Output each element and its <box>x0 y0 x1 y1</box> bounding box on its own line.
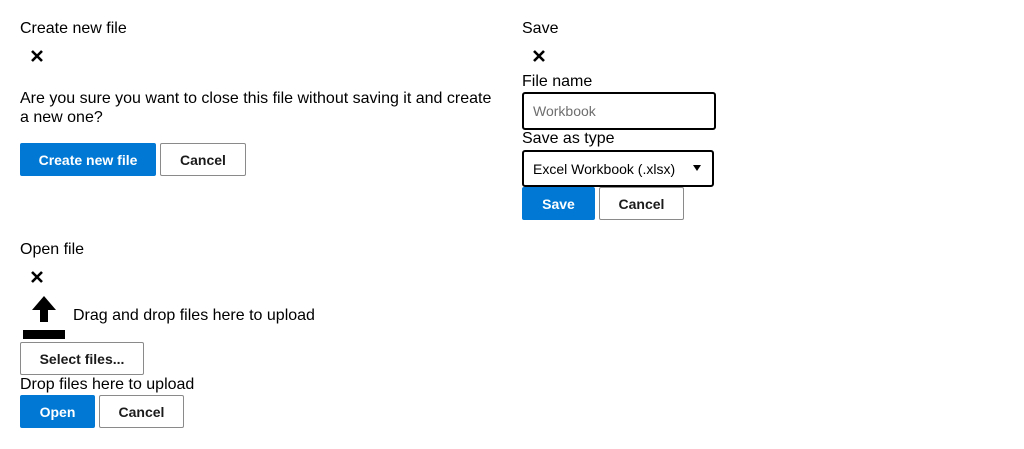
close-icon[interactable] <box>26 45 48 67</box>
create-new-file-button[interactable]: Create new file <box>20 143 156 176</box>
drag-and-drop-text: Drag and drop files here to upload <box>73 307 315 324</box>
save-dialog-title: Save <box>522 20 559 37</box>
cancel-button[interactable]: Cancel <box>599 187 684 220</box>
save-as-type-label: Save as type <box>522 130 615 147</box>
create-dialog-title: Create new file <box>20 20 127 37</box>
chevron-down-icon <box>693 165 701 171</box>
save-as-type-select[interactable]: Excel Workbook (.xlsx) <box>522 150 714 187</box>
select-files-button[interactable]: Select files... <box>20 342 144 375</box>
close-icon[interactable] <box>26 266 48 288</box>
create-dialog-message: Are you sure you want to close this file… <box>20 90 492 126</box>
file-name-input[interactable] <box>522 92 716 130</box>
drop-zone-text: Drop files here to upload <box>20 376 195 393</box>
upload-icon <box>22 296 66 340</box>
cancel-button[interactable]: Cancel <box>99 395 184 428</box>
cancel-button[interactable]: Cancel <box>160 143 246 176</box>
file-name-label: File name <box>522 73 593 90</box>
close-icon[interactable] <box>528 45 550 67</box>
save-as-type-value: Excel Workbook (.xlsx) <box>533 160 676 177</box>
open-dialog-title: Open file <box>20 241 85 258</box>
save-button[interactable]: Save <box>522 187 595 220</box>
open-button[interactable]: Open <box>20 395 95 428</box>
